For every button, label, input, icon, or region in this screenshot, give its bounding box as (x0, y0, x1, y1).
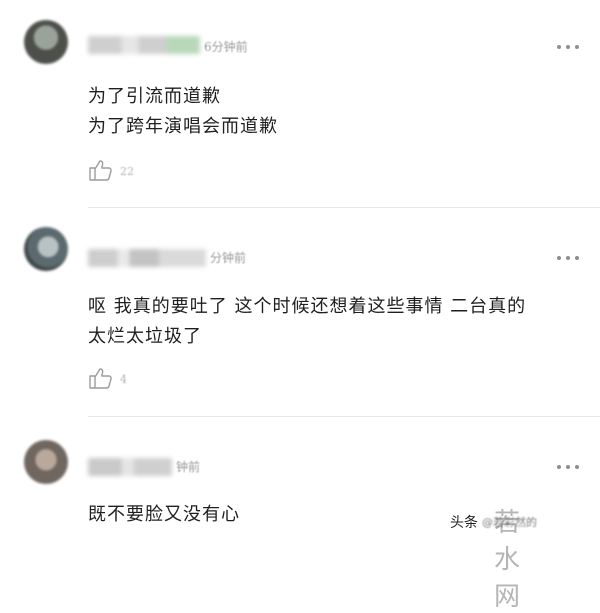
comment-line: 为了跨年演唱会而道歉 (88, 116, 278, 137)
username[interactable] (88, 36, 200, 54)
watermark-label: 头条 (450, 515, 478, 531)
comment-text: 为了引流而道歉 为了跨年演唱会而道歉 (88, 82, 278, 142)
comment-time: 分钟前 (210, 251, 247, 265)
divider (88, 207, 600, 208)
comment-line: 既不要脸又没有心 (88, 504, 240, 525)
comment-text: 既不要脸又没有心 (88, 500, 240, 530)
avatar[interactable] (24, 227, 68, 271)
username[interactable] (88, 458, 172, 476)
watermark-site: 若水网 (494, 508, 529, 612)
thumbs-up-icon (89, 160, 112, 181)
like-count: 22 (120, 165, 134, 178)
more-options-button[interactable] (557, 44, 579, 50)
comment-time: 钟前 (176, 460, 201, 474)
comment-text: 呕 我真的要吐了 这个时候还想着这些事情 二台真的 太烂太垃圾了 (88, 292, 526, 352)
divider (88, 416, 600, 417)
username[interactable] (88, 249, 206, 267)
more-options-button[interactable] (557, 464, 579, 470)
watermark: 头条 @若彩然的 若水网 (450, 508, 537, 612)
comment-line: 为了引流而道歉 (88, 86, 221, 107)
comment-time: 6分钟前 (204, 40, 248, 54)
more-options-button[interactable] (557, 255, 579, 261)
comment-line: 呕 我真的要吐了 这个时候还想着这些事情 二台真的 (88, 296, 527, 317)
more-dots-icon (557, 465, 561, 469)
more-dots-icon (557, 256, 561, 260)
comment-line: 太烂太垃圾了 (88, 326, 202, 347)
thumbs-up-icon (89, 368, 112, 389)
avatar[interactable] (24, 440, 68, 484)
like-button[interactable]: 4 (88, 366, 127, 390)
like-count: 4 (120, 373, 127, 386)
more-dots-icon (557, 45, 561, 49)
like-button[interactable]: 22 (88, 158, 134, 182)
avatar[interactable] (24, 20, 68, 64)
